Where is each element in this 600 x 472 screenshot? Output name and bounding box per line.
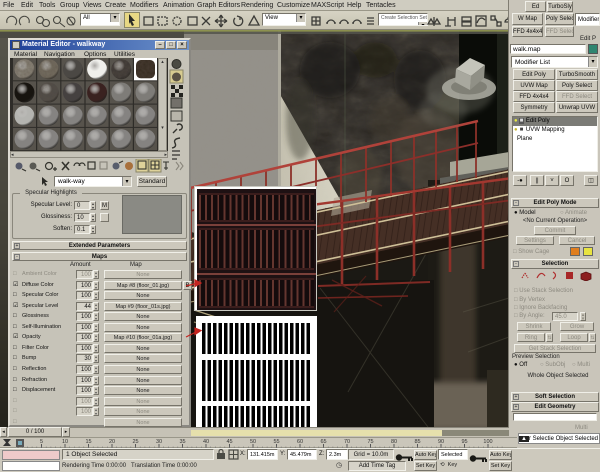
- svg-text:45: 45: [226, 439, 232, 445]
- svg-text:10: 10: [62, 439, 68, 445]
- svg-text:30: 30: [156, 439, 162, 445]
- svg-text:90: 90: [438, 439, 444, 445]
- svg-text:40: 40: [203, 439, 209, 445]
- svg-text:70: 70: [344, 439, 350, 445]
- svg-text:85: 85: [414, 439, 420, 445]
- svg-text:35: 35: [179, 439, 185, 445]
- svg-text:65: 65: [320, 439, 326, 445]
- svg-text:80: 80: [391, 439, 397, 445]
- svg-text:75: 75: [367, 439, 373, 445]
- svg-text:60: 60: [297, 439, 303, 445]
- svg-text:25: 25: [132, 439, 138, 445]
- svg-text:20: 20: [109, 439, 115, 445]
- svg-text:50: 50: [250, 439, 256, 445]
- svg-text:15: 15: [85, 439, 91, 445]
- svg-text:95: 95: [461, 439, 467, 445]
- svg-text:5: 5: [40, 439, 43, 445]
- svg-text:55: 55: [273, 439, 279, 445]
- svg-text:100: 100: [483, 439, 492, 445]
